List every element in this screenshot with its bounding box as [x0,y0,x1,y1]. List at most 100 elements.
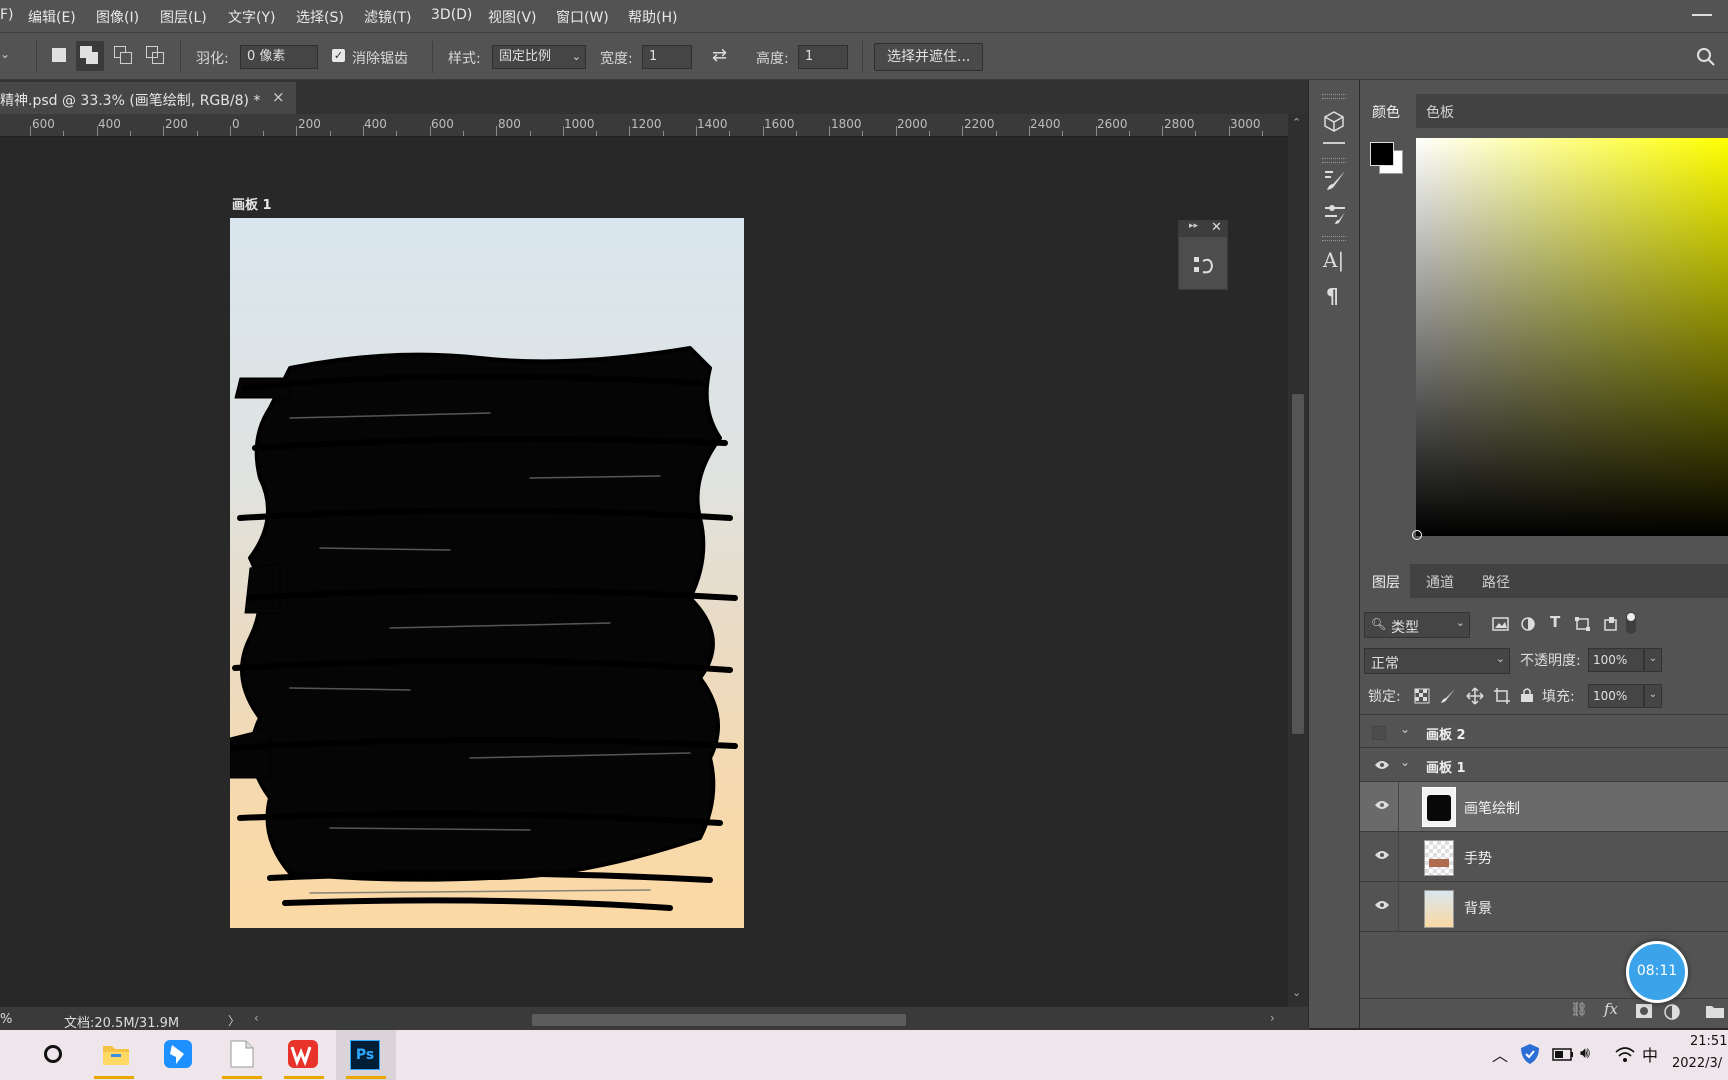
opacity-input[interactable]: 100% [1588,648,1644,672]
wifi-icon[interactable] [1614,1044,1636,1064]
photoshop-app-icon[interactable]: Ps [350,1040,380,1070]
scroll-down-icon[interactable]: ⌄ [1292,986,1301,999]
chevron-down-icon[interactable]: ⌄ [1400,755,1410,769]
filter-adjustment-icon[interactable] [1520,616,1538,632]
brush-presets-icon[interactable] [1323,202,1347,226]
lock-artboard-icon[interactable] [1494,688,1510,704]
layer-row-brush-drawing[interactable]: 画笔绘制 [1360,782,1728,832]
scroll-left-icon[interactable]: ‹ [254,1011,259,1025]
menu-view[interactable]: 视图(V) [488,7,537,27]
tab-channels[interactable]: 通道 [1426,572,1454,592]
grip-icon[interactable] [1322,94,1346,99]
new-selection-icon[interactable] [52,48,66,62]
grip-icon[interactable] [1322,158,1346,163]
feather-input[interactable]: 0 像素 [240,45,318,69]
lock-pixels-brush-icon[interactable] [1440,688,1456,704]
style-select[interactable]: 固定比例 ⌄ [492,45,586,69]
document-file-icon[interactable] [230,1040,254,1068]
filter-shape-icon[interactable] [1574,616,1592,632]
layer-row-background[interactable]: 背景 [1360,882,1728,932]
visibility-toggle-off[interactable] [1372,726,1386,740]
eye-icon[interactable] [1374,760,1390,770]
file-explorer-icon[interactable] [102,1042,130,1066]
security-shield-icon[interactable] [1520,1043,1540,1065]
vertical-scroll-thumb[interactable] [1292,394,1304,734]
menu-help[interactable]: 帮助(H) [628,7,677,27]
document-tab[interactable]: 精神.psd @ 33.3% (画笔绘制, RGB/8) * × [0,82,296,114]
opacity-dropdown-chevron-icon[interactable]: ⌄ [1644,648,1662,672]
select-and-mask-button[interactable]: 选择并遮住... [874,43,984,71]
menu-layer[interactable]: 图层(L) [160,7,207,27]
chevron-down-icon[interactable]: ⌄ [1400,722,1410,736]
new-group-folder-icon[interactable] [1706,1004,1724,1018]
grip-icon[interactable] [1322,236,1346,241]
chevron-up-icon[interactable]: ︿ [1492,1042,1508,1066]
clock-time[interactable]: 21:51 [1690,1034,1727,1049]
menu-image[interactable]: 图像(I) [96,7,139,27]
paragraph-icon[interactable]: ¶ [1326,284,1339,308]
search-circle-icon[interactable] [44,1045,62,1063]
3d-cube-icon[interactable] [1323,110,1345,132]
fill-input[interactable]: 100% [1588,684,1644,708]
layer-row-artboard-2[interactable]: ⌄ 画板 2 [1360,716,1728,748]
tab-color[interactable]: 颜色 [1372,102,1400,122]
menu-edit[interactable]: 编辑(E) [28,7,76,27]
minimize-icon[interactable] [1692,14,1712,16]
color-picker-cursor[interactable] [1412,530,1422,540]
volume-icon[interactable]: 🔊︎ [1580,1043,1590,1063]
ime-indicator[interactable]: 中 [1642,1042,1658,1066]
height-input[interactable]: 1 [798,45,848,69]
eye-icon[interactable] [1374,800,1390,810]
character-icon[interactable]: A| [1323,248,1344,272]
menu-select[interactable]: 选择(S) [296,7,344,27]
width-input[interactable]: 1 [642,45,692,69]
new-adjustment-layer-icon[interactable] [1664,1004,1680,1020]
recording-timer-badge[interactable]: 08:11 [1626,941,1688,1003]
vertical-scrollbar[interactable]: ⌃ ⌄ [1288,114,1308,1007]
add-mask-icon[interactable] [1636,1004,1652,1018]
scroll-right-icon[interactable]: › [1270,1011,1275,1025]
horizontal-scroll-thumb[interactable] [532,1014,906,1026]
tool-preset-chevron-icon[interactable]: ⌄ [0,47,10,61]
menu-window[interactable]: 窗口(W) [556,7,609,27]
scroll-up-icon[interactable]: ⌃ [1292,116,1301,129]
lock-position-move-icon[interactable] [1466,687,1484,705]
floating-history-panel[interactable]: ▸▸ ✕ [1178,220,1228,290]
filter-smart-object-icon[interactable] [1602,616,1620,632]
tab-swatches[interactable]: 色板 [1426,102,1454,122]
expand-icon[interactable]: ▸▸ [1189,221,1198,231]
blend-mode-select[interactable]: 正常 ⌄ [1364,648,1510,674]
brush-settings-icon[interactable] [1323,168,1347,192]
layer-style-fx-icon[interactable]: fx [1604,1000,1618,1018]
wps-office-icon[interactable] [288,1040,318,1068]
menu-file[interactable]: F) [0,7,14,23]
filter-type-icon[interactable]: T [1550,613,1560,631]
artboard-label[interactable]: 画板 1 [232,194,272,213]
antialias-checkbox[interactable]: ✓ [332,49,345,62]
menu-filter[interactable]: 滤镜(T) [364,7,411,27]
fill-dropdown-chevron-icon[interactable]: ⌄ [1644,684,1662,708]
menu-3d[interactable]: 3D(D) [431,7,472,23]
color-field-picker[interactable] [1412,138,1728,540]
layer-row-artboard-1[interactable]: ⌄ 画板 1 [1360,748,1728,782]
eye-icon[interactable] [1374,900,1390,910]
lark-app-icon[interactable] [164,1040,192,1068]
close-icon[interactable]: ✕ [1211,220,1222,235]
layer-row-gesture[interactable]: 手势 [1360,832,1728,882]
clock-date[interactable]: 2022/3/ [1672,1056,1722,1071]
tab-paths[interactable]: 路径 [1482,572,1510,592]
zoom-level[interactable]: % [0,1012,12,1027]
menu-type[interactable]: 文字(Y) [228,7,275,27]
filter-toggle[interactable] [1626,612,1636,634]
layer-filter-select[interactable]: 🔍︎ 类型 ⌄ [1364,612,1470,638]
link-layers-icon[interactable]: ⛓︎ [1570,1002,1588,1018]
close-icon[interactable]: × [272,88,285,106]
lock-transparent-icon[interactable] [1414,688,1430,704]
eye-icon[interactable] [1374,850,1390,860]
status-menu-arrow-icon[interactable]: 〉 [228,1012,240,1029]
lock-all-icon[interactable] [1520,687,1534,703]
history-icon[interactable] [1193,255,1215,277]
artboard[interactable] [230,218,744,928]
battery-icon[interactable] [1552,1046,1574,1062]
search-icon[interactable] [1696,47,1716,67]
